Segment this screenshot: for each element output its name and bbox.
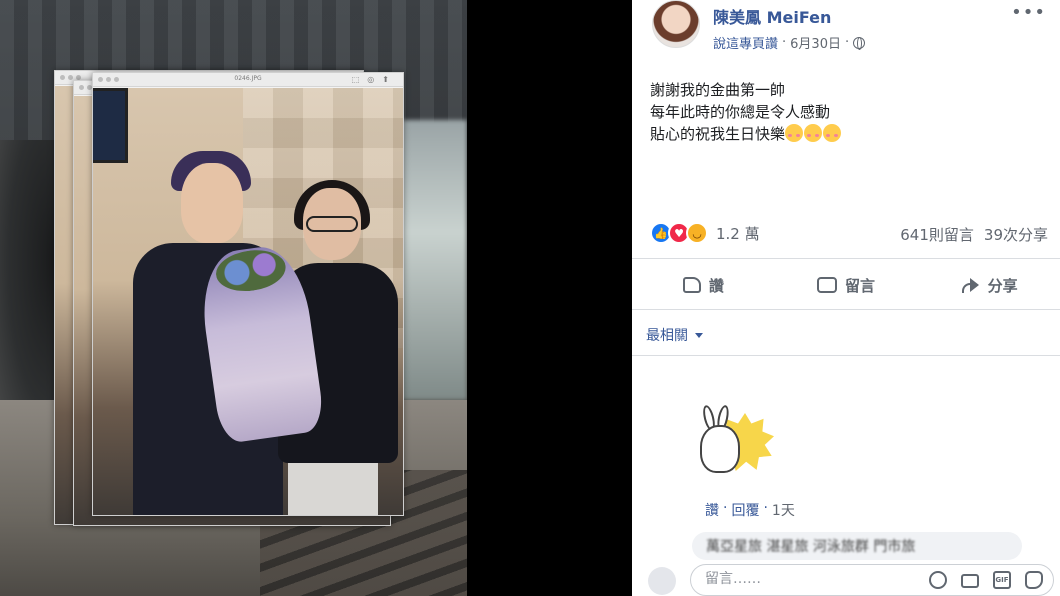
comments-count[interactable]: 641則留言 — [900, 224, 974, 245]
like-label: 讚 — [708, 276, 724, 295]
divider — [632, 309, 1060, 310]
separator-dot: · — [723, 500, 728, 516]
next-comment-text: 萬亞星旅 湛星旅 河泳旅群 門市旅 — [706, 539, 916, 555]
share-icon — [960, 277, 980, 293]
caret-down-icon — [695, 332, 703, 338]
share-label: 分享 — [987, 276, 1018, 295]
separator-dot: · — [844, 35, 850, 50]
comment-like-link[interactable]: 讚 — [705, 500, 719, 520]
thumbs-up-icon — [682, 277, 701, 293]
comment-button[interactable]: 留言 — [775, 264, 918, 306]
comment-label: 留言 — [845, 276, 876, 295]
share-button[interactable]: 分享 — [917, 264, 1060, 306]
comment-sticker — [692, 404, 782, 480]
comment-time[interactable]: 1天 — [772, 500, 795, 520]
comment-sort-dropdown[interactable]: 最相關 — [646, 325, 703, 345]
post-text-line-3: 貼心的祝我生日快樂 — [650, 123, 842, 145]
separator-dot: · — [763, 500, 768, 516]
post-text: 謝謝我的金曲第一帥 每年此時的你總是令人感動 貼心的祝我生日快樂 — [650, 79, 842, 145]
comment-actions: 讚 · 回覆 · 1天 — [705, 500, 795, 520]
tv-screen — [93, 88, 128, 163]
action-bar: 讚 留言 分享 — [632, 264, 1060, 306]
sort-label: 最相關 — [646, 328, 688, 344]
shares-count[interactable]: 39次分享 — [984, 224, 1048, 245]
gif-icon[interactable]: GIF — [993, 571, 1011, 589]
sticker-icon[interactable] — [1025, 571, 1043, 589]
post-photo[interactable]: 0246.JPG ⬚◎⬆ — [0, 0, 467, 596]
divider — [632, 258, 1060, 259]
post-meta: 說這專頁讚 · 6月30日 · — [713, 33, 866, 52]
comment-icon — [817, 277, 837, 293]
like-button[interactable]: 讚 — [632, 264, 775, 306]
emoji-icon[interactable] — [929, 571, 947, 589]
smiling-face-with-hearts-icon — [823, 124, 842, 142]
photo-window-front: 0246.JPG ⬚◎⬆ — [92, 72, 404, 516]
post-panel: 陳美鳳 MeiFen 說這專頁讚 · 6月30日 · ••• 謝謝我的金曲第一帥… — [632, 0, 1060, 596]
page-like-link[interactable]: 說這專頁讚 — [713, 33, 778, 52]
screen: 0246.JPG ⬚◎⬆ 陳美鳳 MeiFen 說這專頁讚 · 6月30日 · … — [0, 0, 1060, 596]
page-name-link[interactable]: 陳美鳳 MeiFen — [713, 4, 831, 28]
smiling-face-with-hearts-icon — [804, 124, 823, 142]
globe-icon — [853, 36, 866, 50]
reactions-summary[interactable]: 👍 ♥ ◡ 1.2 萬 — [650, 222, 760, 244]
more-options-icon[interactable]: ••• — [1011, 2, 1046, 23]
photo-content — [93, 88, 403, 515]
post-date[interactable]: 6月30日 — [790, 33, 841, 52]
post-text-line: 每年此時的你總是令人感動 — [650, 103, 831, 121]
engagement-counts: 641則留言 39次分享 — [900, 224, 1048, 245]
camera-icon[interactable] — [961, 574, 979, 588]
reactions-count[interactable]: 1.2 萬 — [716, 223, 760, 244]
current-user-avatar — [648, 567, 676, 595]
post-text-line: 謝謝我的金曲第一帥 — [650, 81, 786, 99]
comment-input[interactable] — [705, 571, 885, 587]
divider — [632, 355, 1060, 356]
haha-reaction-icon: ◡ — [686, 222, 708, 244]
smiling-face-with-hearts-icon — [785, 124, 804, 142]
page-avatar[interactable] — [652, 0, 700, 48]
blurred-train — [400, 120, 467, 400]
window-toolbar-icons: ⬚◎⬆ — [351, 75, 397, 84]
comment-reply-link[interactable]: 回覆 — [731, 500, 759, 520]
separator-dot: · — [782, 35, 787, 50]
comment-composer[interactable]: GIF — [690, 564, 1054, 596]
